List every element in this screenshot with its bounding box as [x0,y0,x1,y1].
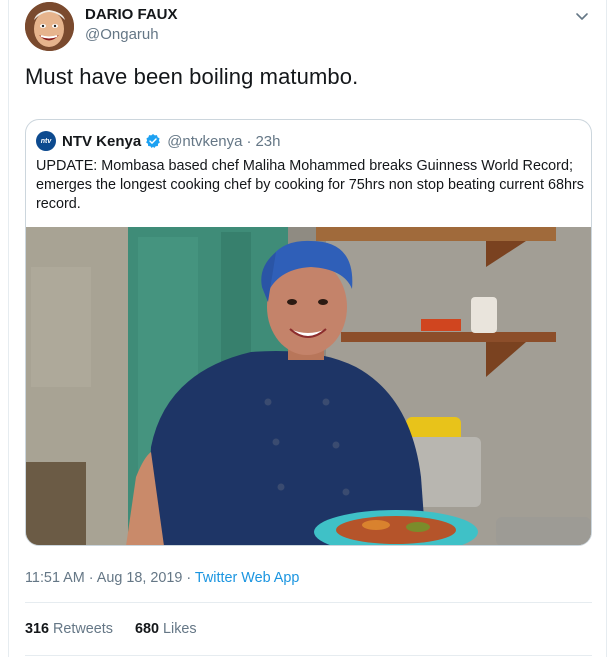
quoted-author-handle[interactable]: @ntvkenya [167,133,242,150]
avatar-image [25,2,74,51]
author-name[interactable]: DARIO FAUX [85,6,178,23]
tweet-meta: 11:51 AM · Aug 18, 2019 · Twitter Web Ap… [25,570,299,586]
divider [25,655,592,656]
tweet-timestamp[interactable]: 11:51 AM · Aug 18, 2019 [25,570,182,586]
quoted-author-name[interactable]: NTV Kenya [62,133,141,150]
verified-badge-icon [146,134,161,148]
quoted-tweet-time[interactable]: 23h [255,133,280,150]
retweets-stat[interactable]: 316 Retweets [25,621,113,637]
tweet-source-link[interactable]: Twitter Web App [195,570,300,586]
quoted-tweet-photo[interactable] [26,227,591,545]
chef-photo-image [26,227,591,545]
ntv-logo-icon[interactable]: ntv [36,131,56,151]
quoted-tweet-header: ntv NTV Kenya @ntvkenya · 23h [36,131,281,151]
likes-label: Likes [163,621,197,637]
likes-stat[interactable]: 680 Likes [135,621,197,637]
retweets-label: Retweets [53,621,114,637]
retweets-count: 316 [25,621,50,637]
meta-separator: · [182,570,195,586]
tweet-text: Must have been boiling matumbo. [25,64,359,89]
quoted-tweet[interactable]: ntv NTV Kenya @ntvkenya · 23h UPDATE: Mo… [25,119,592,546]
chevron-down-icon[interactable] [572,6,592,26]
likes-count: 680 [135,621,160,637]
author-handle[interactable]: @Ongaruh [85,26,159,43]
avatar[interactable] [25,2,74,51]
divider [25,602,592,603]
quoted-tweet-text: UPDATE: Mombasa based chef Maliha Mohamm… [36,158,584,212]
tweet-card: DARIO FAUX @Ongaruh Must have been boili… [8,0,607,657]
separator-dot: · [246,132,252,150]
tweet-stats: 316 Retweets 680 Likes [25,621,215,637]
